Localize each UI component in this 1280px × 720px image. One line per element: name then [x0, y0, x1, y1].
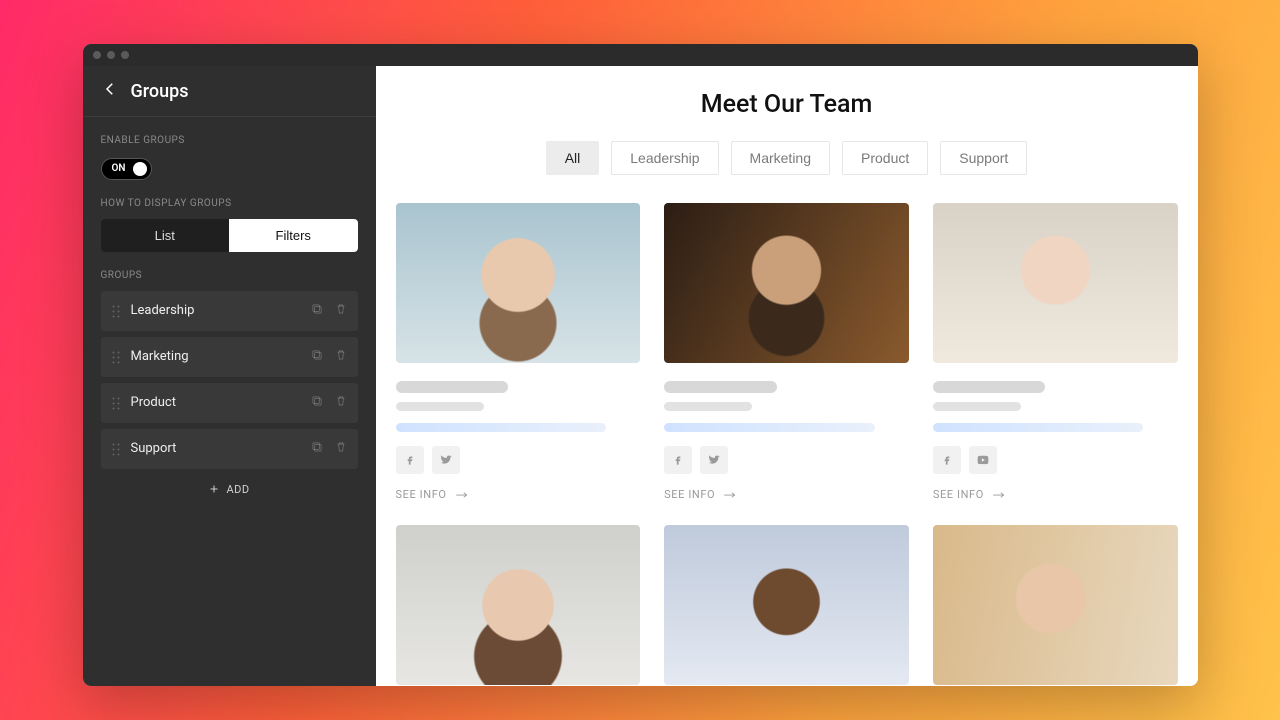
role-placeholder	[664, 402, 752, 411]
group-item-label: Leadership	[131, 303, 310, 318]
duplicate-icon[interactable]	[310, 394, 324, 412]
group-item-product[interactable]: Product	[101, 383, 358, 423]
member-photo	[396, 525, 641, 685]
groups-section: GROUPS Leadership Marketing	[83, 252, 376, 510]
name-placeholder	[933, 381, 1046, 393]
filter-bar: All Leadership Marketing Product Support	[396, 141, 1178, 175]
group-list: Leadership Marketing	[101, 291, 358, 469]
traffic-dot[interactable]	[107, 51, 115, 59]
youtube-icon[interactable]	[969, 446, 997, 474]
filter-all[interactable]: All	[546, 141, 600, 175]
group-item-support[interactable]: Support	[101, 429, 358, 469]
twitter-icon[interactable]	[700, 446, 728, 474]
bio-placeholder	[664, 423, 874, 432]
filter-product[interactable]: Product	[842, 141, 928, 175]
see-info-link[interactable]: SEE INFO	[933, 488, 1178, 501]
add-label: ADD	[226, 483, 249, 496]
page-title: Meet Our Team	[396, 90, 1178, 119]
member-photo	[664, 525, 909, 685]
duplicate-icon[interactable]	[310, 440, 324, 458]
preview-pane: Meet Our Team All Leadership Marketing P…	[376, 66, 1198, 686]
duplicate-icon[interactable]	[310, 348, 324, 366]
groups-heading: GROUPS	[101, 270, 358, 281]
delete-icon[interactable]	[334, 440, 348, 458]
member-photo	[933, 525, 1178, 685]
see-info-link[interactable]: SEE INFO	[664, 488, 909, 501]
drag-handle-icon[interactable]	[111, 350, 121, 364]
segment-list[interactable]: List	[101, 219, 230, 252]
window-titlebar	[83, 44, 1198, 66]
bio-placeholder	[396, 423, 606, 432]
enable-groups-section: ENABLE GROUPS ON	[83, 117, 376, 180]
facebook-icon[interactable]	[933, 446, 961, 474]
group-item-leadership[interactable]: Leadership	[101, 291, 358, 331]
toggle-knob	[133, 162, 147, 176]
member-photo	[933, 203, 1178, 363]
group-item-label: Support	[131, 441, 310, 456]
delete-icon[interactable]	[334, 302, 348, 320]
member-photo	[396, 203, 641, 363]
enable-groups-label: ENABLE GROUPS	[101, 135, 358, 146]
team-card	[933, 525, 1178, 685]
display-mode-segmented: List Filters	[101, 219, 358, 252]
team-card: SEE INFO	[933, 203, 1178, 501]
twitter-icon[interactable]	[432, 446, 460, 474]
toggle-state-label: ON	[112, 163, 126, 174]
back-arrow-icon[interactable]	[101, 80, 119, 102]
filter-leadership[interactable]: Leadership	[611, 141, 718, 175]
team-card	[664, 525, 909, 685]
enable-groups-toggle[interactable]: ON	[101, 158, 153, 180]
sidebar: Groups ENABLE GROUPS ON HOW TO DISPLAY G…	[83, 66, 376, 686]
team-card: SEE INFO	[664, 203, 909, 501]
drag-handle-icon[interactable]	[111, 442, 121, 456]
role-placeholder	[933, 402, 1021, 411]
traffic-dot[interactable]	[121, 51, 129, 59]
group-item-label: Product	[131, 395, 310, 410]
member-photo	[664, 203, 909, 363]
drag-handle-icon[interactable]	[111, 304, 121, 318]
name-placeholder	[664, 381, 777, 393]
delete-icon[interactable]	[334, 348, 348, 366]
sidebar-title: Groups	[131, 81, 189, 102]
filter-support[interactable]: Support	[940, 141, 1027, 175]
sidebar-header: Groups	[83, 66, 376, 117]
filter-marketing[interactable]: Marketing	[731, 141, 830, 175]
delete-icon[interactable]	[334, 394, 348, 412]
name-placeholder	[396, 381, 509, 393]
role-placeholder	[396, 402, 484, 411]
bio-placeholder	[933, 423, 1143, 432]
window-body: Groups ENABLE GROUPS ON HOW TO DISPLAY G…	[83, 66, 1198, 686]
segment-filters[interactable]: Filters	[229, 219, 358, 252]
team-card	[396, 525, 641, 685]
group-item-label: Marketing	[131, 349, 310, 364]
facebook-icon[interactable]	[664, 446, 692, 474]
duplicate-icon[interactable]	[310, 302, 324, 320]
backdrop: Groups ENABLE GROUPS ON HOW TO DISPLAY G…	[0, 0, 1280, 720]
facebook-icon[interactable]	[396, 446, 424, 474]
display-mode-label: HOW TO DISPLAY GROUPS	[101, 198, 358, 209]
app-window: Groups ENABLE GROUPS ON HOW TO DISPLAY G…	[83, 44, 1198, 686]
add-group-button[interactable]: ADD	[101, 469, 358, 510]
display-mode-section: HOW TO DISPLAY GROUPS List Filters	[83, 180, 376, 252]
team-grid: SEE INFO	[396, 203, 1178, 685]
traffic-dot[interactable]	[93, 51, 101, 59]
drag-handle-icon[interactable]	[111, 396, 121, 410]
see-info-link[interactable]: SEE INFO	[396, 488, 641, 501]
group-item-marketing[interactable]: Marketing	[101, 337, 358, 377]
team-card: SEE INFO	[396, 203, 641, 501]
